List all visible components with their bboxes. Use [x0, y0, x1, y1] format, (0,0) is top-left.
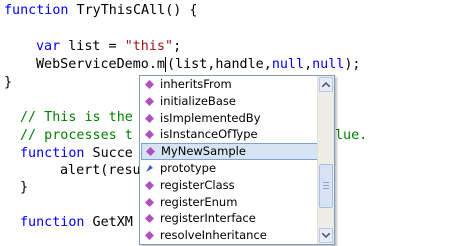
- keyword: var: [36, 39, 61, 54]
- code-line: function TryThisCAll() {: [4, 1, 198, 21]
- code-line: }: [20, 178, 28, 198]
- method-icon: [146, 147, 155, 157]
- completion-item[interactable]: isInstanceOfType: [140, 126, 316, 143]
- method-icon: [145, 80, 154, 89]
- text-caret: [165, 56, 166, 72]
- code-text: ,: [304, 57, 313, 72]
- completion-item-label: isImplementedBy: [160, 110, 261, 125]
- code-line: WebServiceDemo.m (list,handle,null,null);: [36, 55, 361, 75]
- code-text: list =: [60, 39, 125, 54]
- keyword: function: [4, 3, 69, 18]
- code-text: }: [20, 180, 29, 195]
- completion-item-label: prototype: [160, 160, 217, 175]
- completion-item[interactable]: registerInterface: [140, 210, 316, 227]
- code-line: alert(resu: [60, 161, 141, 181]
- code-text: );: [344, 57, 361, 72]
- method-icon: [145, 214, 154, 224]
- completion-item-selected[interactable]: MyNewSample: [141, 143, 318, 160]
- method-icon: [145, 113, 154, 123]
- code-text: GetXM: [84, 215, 133, 230]
- scroll-up-button[interactable]: [319, 77, 333, 92]
- completion-item-label: isInstanceOfType: [160, 127, 258, 142]
- completion-item-label: registerClass: [160, 177, 235, 192]
- completion-item[interactable]: registerEnum: [140, 194, 316, 211]
- code-text: (list,handle,: [167, 57, 272, 72]
- property-icon: [146, 164, 153, 172]
- completion-item[interactable]: resolveInheritance: [140, 227, 316, 244]
- keyword: null: [312, 57, 345, 72]
- code-text: TryThisCAll() {: [68, 3, 198, 18]
- code-line: }: [4, 73, 12, 93]
- scrollbar[interactable]: [317, 76, 334, 244]
- comment: // This is the: [20, 110, 133, 125]
- code-text: alert(resu: [60, 163, 141, 178]
- method-icon: [145, 130, 154, 140]
- comment: lue.: [335, 128, 368, 143]
- completion-item-label: registerInterface: [160, 211, 256, 226]
- chevron-down-icon: [322, 233, 330, 238]
- code-line: var list = "this";: [36, 37, 181, 57]
- completion-item-label: initializeBase: [160, 93, 236, 108]
- completion-item-label: MyNewSample: [161, 144, 246, 159]
- completion-item-label: registerEnum: [160, 194, 238, 209]
- scroll-thumb[interactable]: [319, 164, 333, 208]
- scroll-down-button[interactable]: [319, 228, 333, 243]
- keyword: null: [271, 57, 305, 72]
- completion-item[interactable]: inheritsFrom: [140, 76, 316, 93]
- completion-item[interactable]: isImplementedBy: [140, 110, 316, 127]
- completion-item[interactable]: prototype: [140, 160, 316, 177]
- keyword: function: [20, 146, 85, 161]
- completion-item[interactable]: registerClass: [140, 177, 316, 194]
- code-line: lue.: [335, 126, 367, 146]
- completion-item[interactable]: initializeBase: [140, 93, 316, 110]
- code-text: WebServiceDemo.m: [36, 57, 165, 72]
- method-icon: [145, 197, 154, 207]
- completion-list[interactable]: inheritsFrom initializeBase isImplementedB…: [140, 76, 318, 244]
- completion-item-label: resolveInheritance: [160, 228, 267, 243]
- code-text: }: [4, 75, 13, 90]
- string-literal: "this": [124, 39, 174, 54]
- code-line: // processes t: [20, 126, 133, 146]
- intellisense-popup[interactable]: inheritsFrom initializeBase isImplementedB…: [139, 75, 335, 245]
- method-icon: [145, 180, 154, 190]
- chevron-up-icon: [322, 82, 330, 87]
- code-line: // This is the: [20, 108, 133, 128]
- keyword: function: [20, 215, 85, 230]
- code-line: function GetXM: [20, 213, 133, 233]
- completion-item-label: inheritsFrom: [160, 77, 232, 91]
- code-text: Succe: [84, 146, 133, 161]
- code-text: ;: [173, 39, 182, 54]
- method-icon: [145, 231, 154, 241]
- comment: // processes t: [20, 128, 133, 143]
- method-icon: [145, 96, 154, 106]
